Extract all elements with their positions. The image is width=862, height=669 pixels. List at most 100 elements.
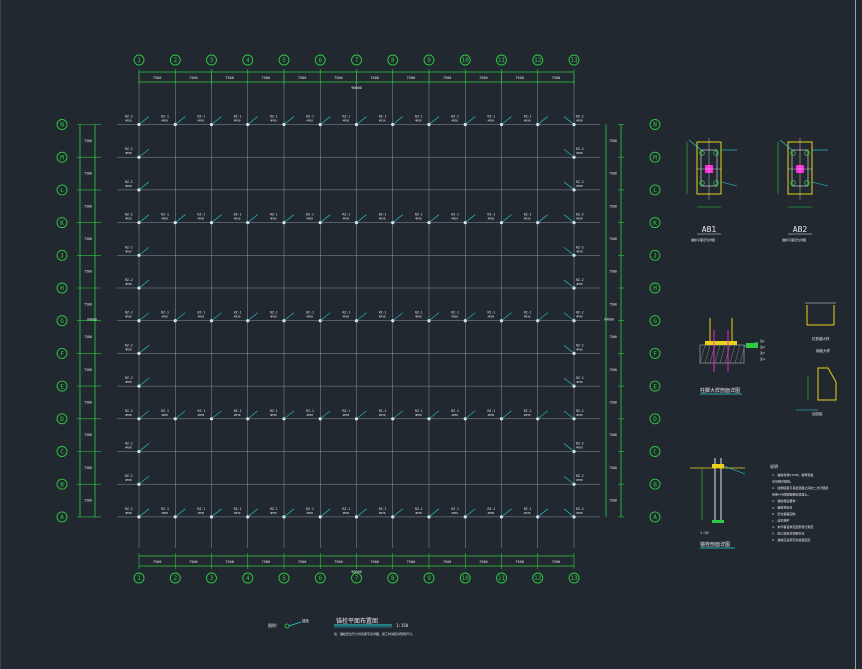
axis-label-col-6: 6 (318, 57, 322, 64)
bolt-callout-text: 4M30 (415, 217, 422, 221)
bolt-callout-text: 4M30 (524, 217, 531, 221)
legend-symbol-icon (284, 623, 290, 629)
bolt-leader-line (356, 116, 367, 125)
bolt-leader-line (563, 345, 575, 354)
dim-text-left: 7500 (84, 368, 92, 372)
dim-text-left: 7500 (84, 400, 92, 404)
bolt-leader-line (138, 279, 150, 289)
bolt-callout-text: 4M30 (125, 184, 132, 188)
bolt-leader-line (392, 116, 403, 125)
bolt-leader-line (320, 410, 331, 420)
bolt-callout-text: 4M30 (161, 511, 168, 515)
bolt-callout-text: 4M30 (524, 413, 531, 417)
bolt-hole-icon (699, 180, 705, 186)
bolt-leader-line (563, 214, 575, 223)
axis-label-col-3: 3 (210, 575, 214, 582)
dim-text-bottom: 7500 (153, 560, 161, 564)
dim-text-top: 7500 (189, 76, 197, 80)
bolt-callout-text: 4M30 (270, 511, 277, 515)
bolt-callout-text: 4M30 (198, 511, 205, 515)
axis-label-row-F: F (653, 351, 657, 358)
bolt-leader-line (428, 214, 440, 223)
bolt-callout-text: 4M30 (576, 478, 583, 482)
dim-text-left: 7500 (84, 172, 92, 176)
note-line: 1. 锚栓材质Q345B，螺母垫板 (772, 472, 813, 477)
axis-label-col-6: 6 (318, 575, 322, 582)
bolt-leader-line (392, 410, 403, 420)
bolt-leader-line (247, 312, 258, 321)
bolt-hole-icon (713, 150, 719, 156)
bolt-callout-text: 4M30 (270, 413, 277, 417)
axis-label-row-N: N (60, 122, 64, 129)
anchor-washer (712, 464, 724, 468)
base-plate (705, 341, 737, 345)
bolt-callout-text: 4M30 (234, 315, 241, 319)
detail-ab1: AB1 锚栓平面定位详图 (686, 138, 738, 242)
dim-text-bottom: 7500 (298, 560, 306, 564)
plan-title-block: 图例： 锚栓 锚栓平面布置图 1:150 注：锚栓定位尺寸详见各节点详图，施工时… (268, 617, 415, 636)
plan-title: 锚栓平面布置图 (336, 617, 378, 625)
bolt-callout-text: 4M30 (198, 119, 205, 123)
plan-scale: 1:150 (396, 623, 409, 628)
dim-text-right: 7500 (609, 433, 617, 437)
dim-text-top: 7500 (370, 76, 378, 80)
small-title: 加劲板 (812, 411, 823, 416)
hatch-line (724, 344, 731, 364)
bolt-leader-line (138, 410, 150, 420)
bolt-leader-line (247, 410, 258, 420)
notes-header: 说明 (770, 463, 778, 469)
bolt-leader-line (537, 312, 548, 321)
bolt-leader-line (563, 508, 575, 518)
bolt-callout-text: 4M30 (451, 413, 458, 417)
axis-label-row-C: C (60, 449, 64, 456)
dim-text-top: 7500 (153, 76, 161, 80)
bolt-callout-text: 4M30 (488, 119, 495, 123)
bolt-callout-text: 4M30 (343, 217, 350, 221)
dim-text-left: 7500 (84, 302, 92, 306)
detail-leader (720, 181, 738, 187)
bolt-callout-text: 4M30 (306, 511, 313, 515)
bolt-callout-text: 4M30 (306, 413, 313, 417)
dim-overall-text-left: 84000 (87, 318, 97, 322)
bolt-callout-text: 4M30 (161, 217, 168, 221)
axis-label-row-E: E (653, 383, 657, 390)
dim-text-right: 7500 (609, 204, 617, 208)
detail-ab2: AB2 锚栓平面定位详图 (777, 138, 829, 242)
detail-leader (723, 465, 746, 475)
bolt-leader-line (392, 508, 403, 518)
axis-label-row-E: E (60, 383, 64, 390)
anchor-plate (712, 520, 724, 523)
axis-label-row-K: K (653, 220, 657, 227)
dim-text-right: 7500 (609, 335, 617, 339)
bolt-callout-text: 4M30 (234, 511, 241, 515)
bolt-callout-text: 4M30 (198, 413, 205, 417)
dim-overall-text-top: 90000 (351, 86, 362, 90)
axis-label-row-M: M (653, 154, 657, 161)
axis-label-col-4: 4 (246, 57, 250, 64)
bolt-callout-text: 4M30 (343, 315, 350, 319)
bolt-callout-text: 4M30 (161, 315, 168, 319)
dim-text-right: 7500 (609, 172, 617, 176)
bolt-leader-line (537, 508, 548, 518)
bolt-leader-line (563, 181, 575, 191)
bolt-leader-line (501, 508, 512, 518)
bolt-callout-text: 4M30 (125, 151, 132, 155)
bolt-callout-text: 4M30 (125, 315, 132, 319)
bolt-leader-line (283, 116, 295, 125)
bolt-leader-line (428, 508, 440, 518)
hatch-line (699, 344, 706, 364)
small-title: 抗剪键大样 (812, 336, 830, 341)
bolt-leader-line (501, 214, 512, 223)
bolt-leader-line (283, 410, 295, 420)
axis-label-row-C: C (653, 449, 657, 456)
dim-text-left: 7500 (84, 237, 92, 241)
bolt-hole-icon (804, 180, 810, 186)
bolt-callout-text: 4M30 (576, 282, 583, 286)
bolt-leader-line (563, 475, 575, 485)
axis-label-row-H: H (60, 285, 64, 292)
bolt-leader-line (501, 116, 512, 125)
bolt-callout-text: 4M30 (488, 217, 495, 221)
axis-label-col-7: 7 (355, 575, 359, 582)
bolt-callout-text: 4M30 (576, 347, 583, 351)
bolt-callout-text: 4M30 (576, 217, 583, 221)
